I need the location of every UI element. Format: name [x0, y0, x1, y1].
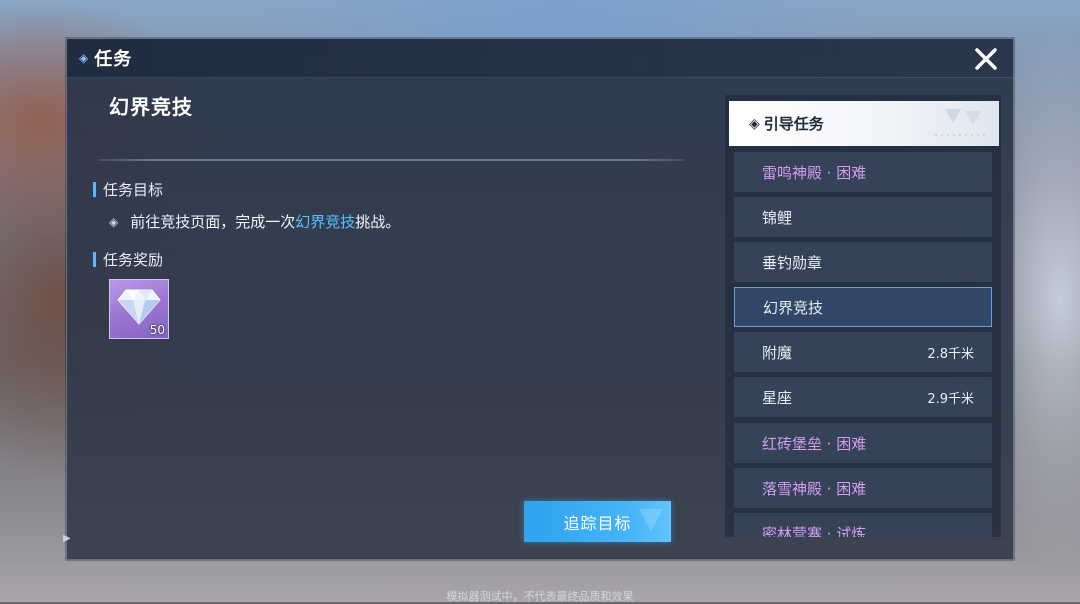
quest-list[interactable]: ◈ 引导任务 雷鸣神殿 · 困难 锦鲤 垂钓勋章 幻界竞技 附魔 2.8千米 星… — [725, 95, 1001, 537]
close-icon — [975, 48, 997, 70]
quest-item[interactable]: 红砖堡垒 · 困难 — [734, 423, 992, 463]
quest-item[interactable]: 星座 2.9千米 — [734, 377, 992, 417]
diamond-bullet-icon: ◈ — [79, 51, 89, 65]
track-target-button[interactable]: 追踪目标 — [524, 501, 671, 542]
objective-bullet-icon: ◈ — [109, 214, 119, 229]
reward-heading: 任务奖励 — [93, 249, 163, 270]
quest-item[interactable]: 锦鲤 — [734, 197, 992, 237]
objective-highlight: 幻界竞技 — [295, 213, 356, 231]
quest-title: 幻界竞技 — [109, 95, 193, 119]
category-guide-tasks[interactable]: ◈ 引导任务 — [729, 101, 999, 146]
heading-bar — [93, 182, 96, 197]
quest-dialog: ◈ 任务 幻界竞技 任务目标 ◈ 前往竞技页面，完成一次 幻界竞技 挑战。 任务奖励… — [63, 38, 1014, 560]
reward-item[interactable]: 50 — [109, 279, 169, 339]
diamond-bullet-icon: ◈ — [749, 115, 760, 132]
divider — [99, 159, 684, 161]
objective-heading-label: 任务目标 — [103, 181, 164, 199]
diamond-gem-icon — [117, 289, 161, 325]
quest-item[interactable]: 雷鸣神殿 · 困难 — [734, 152, 992, 192]
quest-item[interactable]: 密林营寨 · 试炼 — [734, 513, 992, 537]
category-label: 引导任务 — [763, 115, 824, 133]
reward-heading-label: 任务奖励 — [103, 251, 164, 269]
objective-heading: 任务目标 — [93, 179, 163, 200]
dialog-title: 任务 — [94, 49, 133, 70]
side-arrow-icon[interactable]: ▶ — [63, 533, 71, 544]
quest-item-selected[interactable]: 幻界竞技 — [734, 287, 992, 327]
close-button[interactable] — [973, 46, 999, 72]
quest-item[interactable]: 落雪神殿 · 困难 — [734, 468, 992, 508]
reward-count: 50 — [149, 323, 165, 337]
objective-prefix: 前往竞技页面，完成一次 — [130, 213, 296, 231]
objective-text: ◈ 前往竞技页面，完成一次 幻界竞技 挑战。 — [109, 211, 400, 232]
objective-suffix: 挑战。 — [355, 213, 401, 231]
quest-item[interactable]: 垂钓勋章 — [734, 242, 992, 282]
quest-item[interactable]: 附魔 2.8千米 — [734, 332, 992, 372]
heading-bar — [93, 252, 96, 267]
triangle-decor-icon — [935, 109, 987, 136]
dialog-header: ◈ 任务 — [79, 46, 132, 70]
